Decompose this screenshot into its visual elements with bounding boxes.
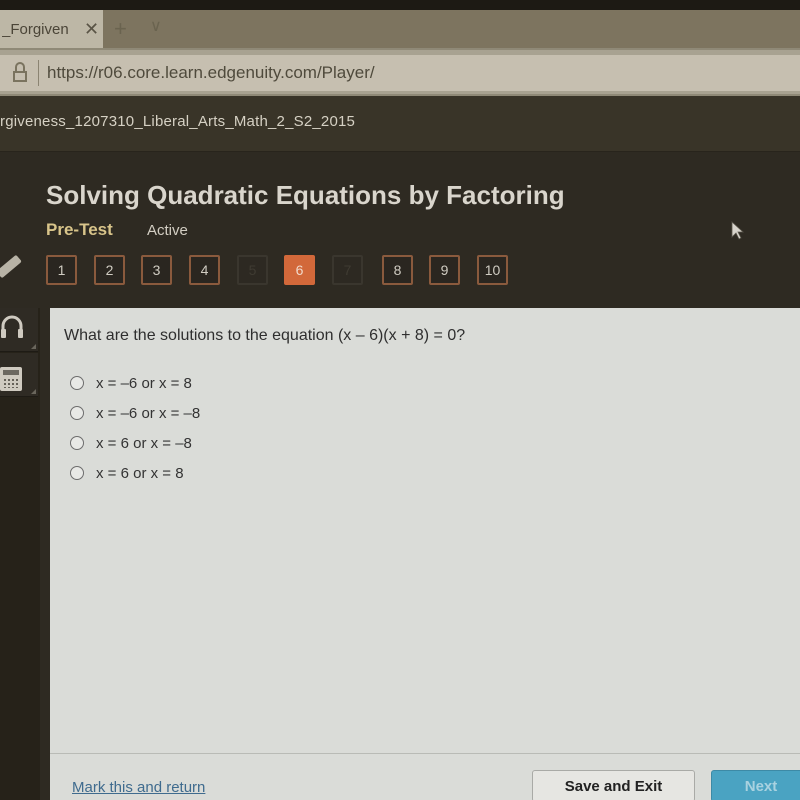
edgenuity-player: rgiveness_1207310_Liberal_Arts_Math_2_S2… xyxy=(0,96,800,800)
course-bar: rgiveness_1207310_Liberal_Arts_Math_2_S2… xyxy=(0,96,800,152)
question-8-button[interactable]: 8 xyxy=(382,255,413,285)
url-field[interactable]: https://r06.core.learn.edgenuity.com/Pla… xyxy=(47,63,375,83)
question-1-button[interactable]: 1 xyxy=(46,255,77,285)
radio-button[interactable] xyxy=(70,466,84,480)
question-10-button[interactable]: 10 xyxy=(477,255,508,285)
question-4-button[interactable]: 4 xyxy=(189,255,220,285)
audio-tool[interactable] xyxy=(0,308,38,352)
mark-and-return-link[interactable]: Mark this and return xyxy=(72,779,205,796)
radio-button[interactable] xyxy=(70,376,84,390)
save-and-exit-button[interactable]: Save and Exit xyxy=(532,770,695,800)
question-9-button[interactable]: 9 xyxy=(429,255,460,285)
chevron-down-icon[interactable]: ∨ xyxy=(150,16,162,36)
tool-rail xyxy=(0,308,40,800)
footer-divider xyxy=(50,753,800,754)
answer-choice-label: x = 6 or x = –8 xyxy=(96,434,192,452)
lesson-title: Solving Quadratic Equations by Factoring xyxy=(46,180,565,210)
question-6-button[interactable]: 6 xyxy=(284,255,315,285)
browser-tab[interactable]: _Forgiven ✕ xyxy=(0,10,103,48)
pencil-icon[interactable] xyxy=(0,254,22,279)
question-prompt: What are the solutions to the equation (… xyxy=(64,327,466,344)
address-bar: https://r06.core.learn.edgenuity.com/Pla… xyxy=(0,48,800,96)
answer-choice-label: x = 6 or x = 8 xyxy=(96,464,184,482)
answer-choice-label: x = –6 or x = 8 xyxy=(96,374,192,392)
answer-choice[interactable]: x = –6 or x = –8 xyxy=(70,398,200,428)
calculator-tool[interactable] xyxy=(0,353,38,397)
question-7-button: 7 xyxy=(332,255,363,285)
tab-title: _Forgiven xyxy=(2,20,69,38)
answer-choice[interactable]: x = –6 or x = 8 xyxy=(70,368,200,398)
radio-button[interactable] xyxy=(70,406,84,420)
answer-choice-label: x = –6 or x = –8 xyxy=(96,404,201,422)
question-5-button: 5 xyxy=(237,255,268,285)
question-3-button[interactable]: 3 xyxy=(141,255,172,285)
answer-choice[interactable]: x = 6 or x = –8 xyxy=(70,428,200,458)
lock-icon xyxy=(8,58,34,88)
question-panel: What are the solutions to the equation (… xyxy=(50,308,800,800)
headphones-icon xyxy=(1,315,23,338)
radio-button[interactable] xyxy=(70,436,84,450)
next-button[interactable]: Next xyxy=(711,770,800,800)
question-2-button[interactable]: 2 xyxy=(94,255,125,285)
browser-tab-bar: _Forgiven ✕ + ∨ xyxy=(0,10,800,48)
course-title: rgiveness_1207310_Liberal_Arts_Math_2_S2… xyxy=(0,113,356,130)
activity-type: Pre-Test xyxy=(46,220,113,239)
close-icon[interactable]: ✕ xyxy=(84,19,99,40)
address-separator xyxy=(38,60,39,86)
calculator-icon xyxy=(0,367,22,391)
plus-icon[interactable]: + xyxy=(114,16,127,42)
answer-choice[interactable]: x = 6 or x = 8 xyxy=(70,458,200,488)
activity-status: Active xyxy=(147,222,188,239)
answer-choices: x = –6 or x = 8 x = –6 or x = –8 x = 6 o… xyxy=(70,368,200,488)
